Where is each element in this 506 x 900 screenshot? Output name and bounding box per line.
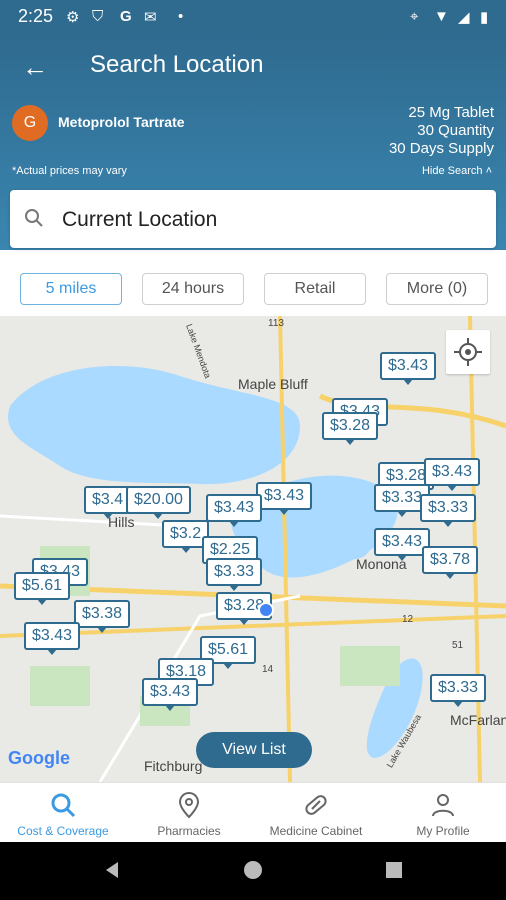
status-bar: 2:25 ⚙ ⛉ G ✉ • ⌖ ▼ ◢ ▮ xyxy=(0,0,506,34)
current-location-dot xyxy=(258,602,274,618)
filter-bar: 5 miles 24 hours Retail More (0) xyxy=(0,262,506,316)
dosage-info: 25 Mg Tablet 30 Quantity 30 Days Supply xyxy=(389,104,494,158)
filter-hours[interactable]: 24 hours xyxy=(142,273,244,305)
mail-icon: ✉ xyxy=(144,9,157,26)
price-pin[interactable]: $3.43 xyxy=(256,482,313,515)
system-navigation xyxy=(0,842,506,900)
wifi-icon: ▼ xyxy=(434,8,449,25)
google-icon: G xyxy=(120,8,132,25)
map-label-mcfarland: McFarlan xyxy=(450,712,506,728)
my-location-button[interactable] xyxy=(446,330,490,374)
page-title: Search Location xyxy=(90,51,264,78)
hide-search-link[interactable]: Hide Search ˄ xyxy=(422,165,492,177)
road-label-113: 113 xyxy=(268,318,284,329)
back-icon[interactable] xyxy=(100,858,124,882)
location-input[interactable] xyxy=(60,202,484,238)
road-label-14: 14 xyxy=(262,664,274,675)
dose-text: 25 Mg Tablet xyxy=(408,104,494,121)
nav-medicine-cabinet[interactable]: Medicine Cabinet xyxy=(253,783,379,843)
back-arrow-icon[interactable]: ← xyxy=(22,52,48,83)
price-pin[interactable]: $3.38 xyxy=(74,600,131,633)
search-icon xyxy=(25,209,43,227)
view-list-button[interactable]: View List xyxy=(196,732,312,768)
home-icon[interactable] xyxy=(241,858,265,882)
price-disclaimer: *Actual prices may vary xyxy=(12,165,127,177)
search-icon xyxy=(51,793,76,818)
status-time: 2:25 xyxy=(18,6,54,26)
drug-avatar: G xyxy=(12,105,48,141)
price-pin[interactable]: $3.4 xyxy=(84,486,132,519)
price-pin[interactable]: $3.33 xyxy=(420,494,477,527)
map-label-maple-bluff: Maple Bluff xyxy=(238,376,308,392)
price-pin[interactable]: $3.33 xyxy=(430,674,487,707)
shield-icon: ⛉ xyxy=(92,8,104,25)
nav-my-profile[interactable]: My Profile xyxy=(380,783,506,843)
price-pin[interactable]: $3.43 xyxy=(142,678,199,711)
price-pin[interactable]: $3.43 xyxy=(424,458,481,491)
nav-pharmacies[interactable]: Pharmacies xyxy=(126,783,252,843)
location-icon: ⌖ xyxy=(410,8,419,25)
filter-type[interactable]: Retail xyxy=(264,273,366,305)
price-pin[interactable]: $3.28 xyxy=(322,412,379,445)
map-pin-icon xyxy=(178,791,200,819)
nav-label: Pharmacies xyxy=(157,824,221,838)
google-logo: Google xyxy=(8,748,70,768)
road-label-51: 51 xyxy=(452,640,464,651)
map-view[interactable]: Maple Bluff Hills Monona Fitchburg McFar… xyxy=(0,316,506,782)
price-pin[interactable]: $3.43 xyxy=(206,494,263,527)
supply-text: 30 Days Supply xyxy=(388,140,494,157)
price-pin[interactable]: $20.00 xyxy=(126,486,191,519)
filter-more[interactable]: More (0) xyxy=(386,273,488,305)
price-pin[interactable]: $5.61 xyxy=(14,572,71,605)
settings-icon: ⚙ xyxy=(66,9,80,26)
dot-icon: • xyxy=(178,8,184,25)
price-pin[interactable]: $3.78 xyxy=(422,546,479,579)
nav-label: My Profile xyxy=(416,824,470,838)
bottom-navigation: Cost & Coverage Pharmacies Medicine Cabi… xyxy=(0,782,506,843)
person-icon xyxy=(432,794,454,817)
price-pin[interactable]: $3.43 xyxy=(380,352,437,385)
drug-name: Metoprolol Tartrate xyxy=(58,114,185,130)
recents-icon[interactable] xyxy=(382,858,406,882)
filter-distance[interactable]: 5 miles xyxy=(20,273,122,305)
nav-cost-coverage[interactable]: Cost & Coverage xyxy=(0,783,126,843)
crosshair-icon xyxy=(454,338,482,366)
road-label-12: 12 xyxy=(402,614,414,625)
signal-icon: ◢ xyxy=(458,9,470,26)
battery-icon: ▮ xyxy=(480,9,489,26)
nav-label: Medicine Cabinet xyxy=(269,824,363,838)
quantity-text: 30 Quantity xyxy=(417,122,494,139)
map-label-fitchburg: Fitchburg xyxy=(144,758,203,774)
price-pin[interactable]: $3.43 xyxy=(24,622,81,655)
location-search xyxy=(10,190,496,248)
nav-label: Cost & Coverage xyxy=(17,824,109,838)
pill-icon xyxy=(305,795,327,815)
price-pin[interactable]: $3.33 xyxy=(206,558,263,591)
